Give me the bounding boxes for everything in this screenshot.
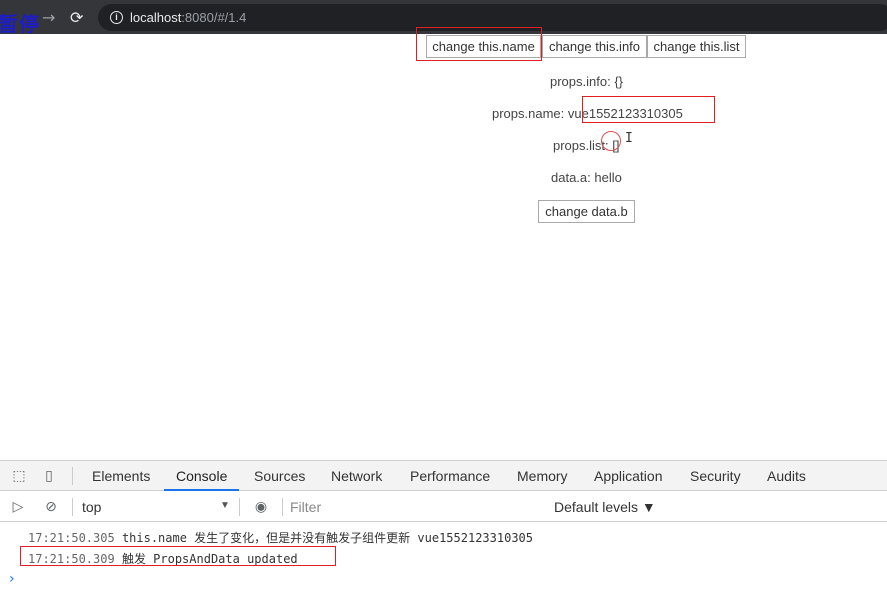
url-host: localhost	[130, 10, 182, 25]
change-data-b-button[interactable]: change data.b	[538, 200, 635, 223]
tab-audits[interactable]: Audits	[767, 461, 806, 491]
log-message: 触发 PropsAndData updated	[121, 552, 298, 566]
device-toolbar-icon[interactable]: ▯	[40, 467, 58, 485]
change-name-button[interactable]: change this.name	[426, 35, 541, 58]
change-list-button[interactable]: change this.list	[647, 35, 746, 58]
log-levels-dropdown[interactable]: Default levels ▼	[554, 499, 656, 515]
tab-application[interactable]: Application	[594, 461, 663, 491]
log-timestamp: 17:21:50.309	[28, 552, 115, 566]
eye-icon[interactable]: ◉	[252, 498, 270, 516]
url-text[interactable]: localhost:8080/#/1.4	[130, 10, 246, 25]
show-sidebar-icon[interactable]: ▷	[9, 498, 27, 516]
console-prompt-icon[interactable]: ›	[9, 571, 15, 587]
change-info-button[interactable]: change this.info	[542, 35, 647, 58]
console-output: 17:21:50.305 this.name 发生了变化，但是并没有触发子组件更…	[0, 523, 887, 607]
props-list-text: props.list: []	[553, 138, 620, 153]
reload-icon[interactable]: ⟳	[70, 8, 83, 27]
toolbar-divider-2	[72, 498, 73, 516]
toolbar-divider-3	[239, 498, 240, 516]
toolbar-divider	[72, 467, 73, 485]
log-message: this.name 发生了变化，但是并没有触发子组件更新 vue15521233…	[121, 531, 534, 545]
tab-sources[interactable]: Sources	[254, 461, 305, 491]
log-timestamp: 17:21:50.305	[28, 531, 115, 545]
clear-console-icon[interactable]: ⊘	[42, 498, 60, 516]
props-info-text: props.info: {}	[550, 74, 623, 89]
pause-overlay-text: 暂停	[0, 12, 40, 36]
console-toolbar: ▷ ⊘ top ▼ ◉ Default levels ▼	[0, 492, 887, 522]
tab-performance[interactable]: Performance	[410, 461, 490, 491]
data-a-text: data.a: hello	[551, 170, 622, 185]
browser-toolbar: 暂停 → ⟳ i localhost:8080/#/1.4	[0, 0, 887, 36]
filter-input[interactable]	[290, 496, 530, 518]
props-name-value: vue1552123310305	[567, 106, 683, 121]
console-log-line: 17:21:50.309 触发 PropsAndData updated	[28, 550, 298, 567]
tab-elements[interactable]: Elements	[92, 461, 150, 491]
address-bar[interactable]: i localhost:8080/#/1.4	[98, 4, 887, 31]
screenshot-root: 暂停 → ⟳ i localhost:8080/#/1.4 change thi…	[0, 0, 887, 607]
console-log-line: 17:21:50.305 this.name 发生了变化，但是并没有触发子组件更…	[28, 529, 533, 546]
tab-network[interactable]: Network	[331, 461, 382, 491]
props-name-line: props.name: vue1552123310305	[492, 106, 683, 121]
text-cursor-icon: I	[625, 131, 633, 146]
context-dropdown-icon[interactable]: ▼	[220, 500, 230, 511]
page-content: change this.name change this.info change…	[0, 27, 887, 460]
context-selector[interactable]: top	[82, 499, 101, 515]
toolbar-divider-4	[282, 498, 283, 516]
devtools-panel: ⬚ ▯ Elements Console Sources Network Per…	[0, 460, 887, 607]
info-icon[interactable]: i	[110, 11, 123, 24]
tab-security[interactable]: Security	[690, 461, 741, 491]
devtools-tab-bar: ⬚ ▯ Elements Console Sources Network Per…	[0, 461, 887, 491]
tab-memory[interactable]: Memory	[517, 461, 568, 491]
inspect-element-icon[interactable]: ⬚	[10, 467, 28, 485]
url-path: :8080/#/1.4	[181, 10, 247, 25]
tab-console[interactable]: Console	[164, 461, 240, 491]
forward-icon[interactable]: →	[42, 8, 55, 27]
props-name-label: props.name:	[492, 106, 568, 121]
